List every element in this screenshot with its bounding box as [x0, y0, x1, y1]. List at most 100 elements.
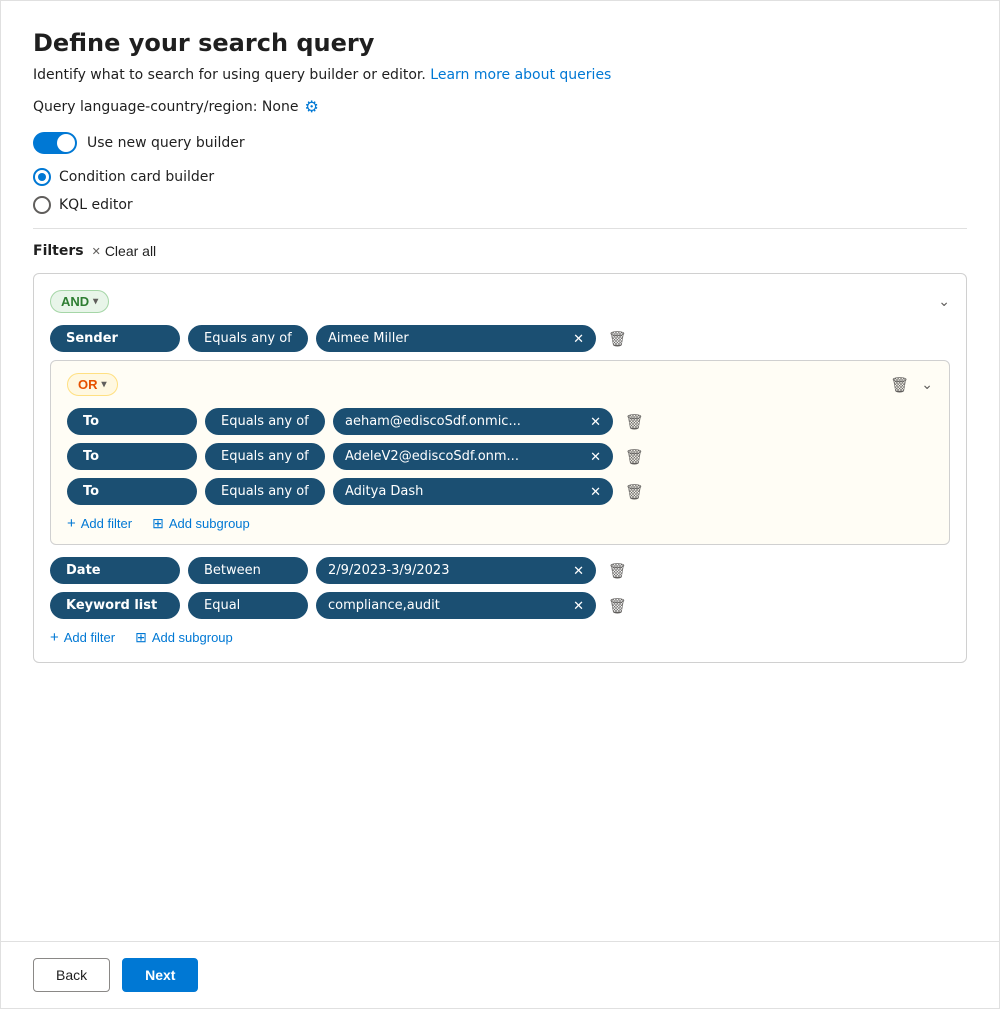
subgroup-add-filter-button[interactable]: + Add filter: [67, 516, 132, 531]
to-field-pill-3[interactable]: To: [67, 478, 197, 505]
kql-editor-radio[interactable]: [33, 196, 51, 214]
description: Identify what to search for using query …: [33, 67, 967, 83]
subgroup-logic-row: OR ▾ 🗑 ⌄: [67, 373, 933, 396]
add-filter-plus-icon: +: [67, 516, 76, 531]
query-lang-row: Query language-country/region: None ⚙: [33, 97, 967, 116]
to-field-pill-2[interactable]: To: [67, 443, 197, 470]
sender-field-pill[interactable]: Sender: [50, 325, 180, 352]
date-field-pill[interactable]: Date: [50, 557, 180, 584]
bottom-add-filter-plus-icon: +: [50, 630, 59, 645]
to-operator-label-2: Equals any of: [221, 449, 309, 464]
divider: [33, 228, 967, 229]
top-logic-chevron: ▾: [93, 296, 98, 307]
bottom-add-subgroup-label: Add subgroup: [152, 630, 233, 645]
condition-card-radio[interactable]: [33, 168, 51, 186]
top-collapse-button[interactable]: ⌄: [938, 293, 950, 310]
date-operator-pill[interactable]: Between: [188, 557, 308, 584]
to-clear-button-1[interactable]: ✕: [590, 415, 601, 428]
sender-value-container: Aimee Miller ✕: [316, 325, 596, 352]
to-value-container-3: Aditya Dash ✕: [333, 478, 613, 505]
subgroup-add-filter-label: Add filter: [81, 516, 132, 531]
clear-all-button[interactable]: ✕ Clear all: [92, 243, 157, 259]
date-filter-row: Date Between 2/9/2023-3/9/2023 ✕ 🗑: [50, 557, 950, 584]
top-logic-row: AND ▾ ⌄: [50, 290, 950, 313]
page-title: Define your search query: [33, 29, 967, 57]
to-operator-label-1: Equals any of: [221, 414, 309, 429]
learn-more-link[interactable]: Learn more about queries: [430, 67, 611, 83]
back-button[interactable]: Back: [33, 958, 110, 992]
keyword-operator-label: Equal: [204, 598, 240, 613]
query-builder: AND ▾ ⌄ Sender Equals any of Aimee Mille…: [33, 273, 967, 663]
to-value-1: aeham@ediscoSdf.onmic...: [345, 414, 584, 429]
to-clear-button-3[interactable]: ✕: [590, 485, 601, 498]
sender-operator-label: Equals any of: [204, 331, 292, 346]
bottom-add-row: + Add filter ⊞ Add subgroup: [50, 629, 950, 646]
footer: Back Next: [1, 941, 999, 1008]
sender-filter-row: Sender Equals any of Aimee Miller ✕ 🗑: [50, 325, 950, 352]
keyword-operator-pill[interactable]: Equal: [188, 592, 308, 619]
to-value-container-1: aeham@ediscoSdf.onmic... ✕: [333, 408, 613, 435]
clear-all-label: Clear all: [105, 243, 156, 259]
date-value: 2/9/2023-3/9/2023: [328, 563, 567, 578]
filters-label: Filters: [33, 243, 84, 259]
bottom-add-filter-button[interactable]: + Add filter: [50, 630, 115, 645]
next-button[interactable]: Next: [122, 958, 198, 992]
to-field-label-2: To: [83, 449, 99, 464]
date-value-container: 2/9/2023-3/9/2023 ✕: [316, 557, 596, 584]
ai-icon: ⚙: [304, 97, 318, 116]
query-lang-label: Query language-country/region: None: [33, 99, 298, 115]
to-operator-pill-3[interactable]: Equals any of: [205, 478, 325, 505]
to-value-container-2: AdeleV2@ediscoSdf.onm... ✕: [333, 443, 613, 470]
sender-value: Aimee Miller: [328, 331, 567, 346]
keyword-value-container: compliance,audit ✕: [316, 592, 596, 619]
kql-editor-label: KQL editor: [59, 197, 133, 213]
description-text: Identify what to search for using query …: [33, 67, 426, 83]
to-operator-pill-2[interactable]: Equals any of: [205, 443, 325, 470]
top-logic-label: AND: [61, 294, 89, 309]
keyword-clear-button[interactable]: ✕: [573, 599, 584, 612]
to-filter-row-3: To Equals any of Aditya Dash ✕ 🗑: [67, 478, 933, 505]
toggle-row: Use new query builder: [33, 132, 967, 154]
sender-delete-button[interactable]: 🗑: [604, 330, 631, 348]
to-delete-button-1[interactable]: 🗑: [621, 413, 648, 431]
sender-field-label: Sender: [66, 331, 118, 346]
to-field-label-3: To: [83, 484, 99, 499]
toggle-label: Use new query builder: [87, 135, 245, 151]
to-field-pill-1[interactable]: To: [67, 408, 197, 435]
subgroup-logic-badge[interactable]: OR ▾: [67, 373, 118, 396]
subgroup-add-subgroup-button[interactable]: ⊞ Add subgroup: [152, 515, 250, 532]
to-clear-button-2[interactable]: ✕: [590, 450, 601, 463]
date-field-label: Date: [66, 563, 101, 578]
date-clear-button[interactable]: ✕: [573, 564, 584, 577]
date-delete-button[interactable]: 🗑: [604, 562, 631, 580]
to-delete-button-2[interactable]: 🗑: [621, 448, 648, 466]
kql-editor-radio-row[interactable]: KQL editor: [33, 196, 967, 214]
keyword-field-label: Keyword list: [66, 598, 157, 613]
keyword-filter-row: Keyword list Equal compliance,audit ✕ 🗑: [50, 592, 950, 619]
sender-operator-pill[interactable]: Equals any of: [188, 325, 308, 352]
bottom-add-filter-label: Add filter: [64, 630, 115, 645]
main-content: Define your search query Identify what t…: [1, 1, 999, 941]
to-filter-row-2: To Equals any of AdeleV2@ediscoSdf.onm..…: [67, 443, 933, 470]
subgroup-container: OR ▾ 🗑 ⌄ To Equals any of: [50, 360, 950, 545]
page-container: Define your search query Identify what t…: [0, 0, 1000, 1009]
subgroup-add-subgroup-label: Add subgroup: [169, 516, 250, 531]
keyword-value: compliance,audit: [328, 598, 567, 613]
filters-row: Filters ✕ Clear all: [33, 243, 967, 259]
subgroup-logic-label: OR: [78, 377, 98, 392]
condition-card-radio-row[interactable]: Condition card builder: [33, 168, 967, 186]
keyword-delete-button[interactable]: 🗑: [604, 597, 631, 615]
keyword-field-pill[interactable]: Keyword list: [50, 592, 180, 619]
to-operator-pill-1[interactable]: Equals any of: [205, 408, 325, 435]
to-operator-label-3: Equals any of: [221, 484, 309, 499]
subgroup-collapse-button[interactable]: ⌄: [921, 376, 933, 394]
to-value-2: AdeleV2@ediscoSdf.onm...: [345, 449, 584, 464]
clear-all-x-icon: ✕: [92, 245, 101, 258]
sender-clear-button[interactable]: ✕: [573, 332, 584, 345]
to-delete-button-3[interactable]: 🗑: [621, 483, 648, 501]
to-filter-row-1: To Equals any of aeham@ediscoSdf.onmic..…: [67, 408, 933, 435]
subgroup-delete-button[interactable]: 🗑: [886, 376, 913, 394]
top-logic-badge[interactable]: AND ▾: [50, 290, 109, 313]
use-new-query-builder-toggle[interactable]: [33, 132, 77, 154]
bottom-add-subgroup-button[interactable]: ⊞ Add subgroup: [135, 629, 233, 646]
